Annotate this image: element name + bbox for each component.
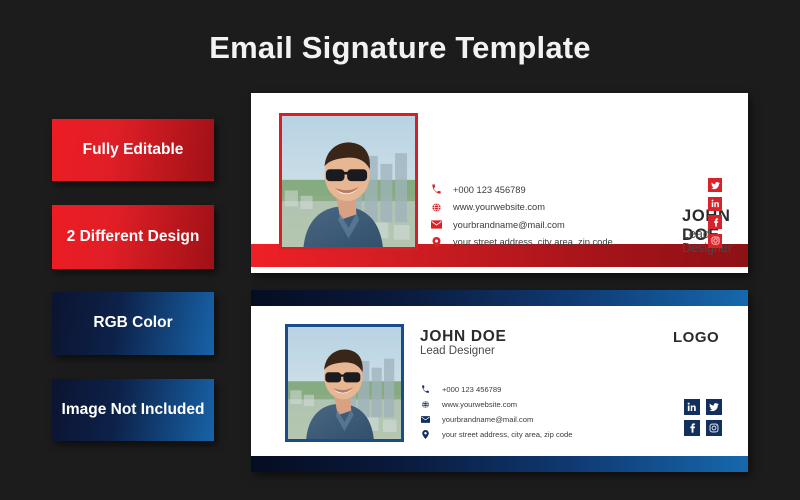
contact-text: +000 123 456789 [442, 385, 502, 394]
contact-text: www.yourwebsite.com [442, 400, 518, 409]
globe-icon [418, 400, 433, 409]
envelope-icon [429, 220, 444, 229]
contact-row-phone[interactable]: +000 123 456789 [418, 382, 572, 397]
avatar [279, 113, 418, 250]
contact-text: your street address, city area, zip code [453, 237, 613, 248]
contact-row-website[interactable]: www.yourwebsite.com [429, 199, 613, 217]
linkedin-icon[interactable] [684, 399, 700, 415]
template-canvas: Email Signature Template Fully Editable … [0, 0, 800, 500]
feature-badge-rgb-color: RGB Color [52, 292, 214, 355]
contact-text: www.yourwebsite.com [453, 202, 545, 213]
page-title: Email Signature Template [209, 30, 591, 65]
signature-card-blue: JOHN DOE Lead Designer LOGO [251, 290, 748, 472]
social-links-red [708, 178, 722, 248]
avatar [285, 324, 404, 442]
facebook-icon[interactable] [684, 420, 700, 436]
linkedin-icon[interactable] [708, 196, 722, 211]
feature-badge-label: Image Not Included [61, 400, 205, 418]
accent-band-top [251, 290, 748, 306]
contact-text: yourbrandname@mail.com [453, 219, 565, 230]
phone-icon [418, 385, 433, 394]
feature-badge-2-different-design: 2 Different Design [52, 205, 214, 269]
twitter-icon[interactable] [706, 399, 722, 415]
portrait-photo-icon [282, 116, 415, 247]
contact-row-email[interactable]: yourbrandname@mail.com [429, 216, 613, 234]
contact-text: +000 123 456789 [453, 184, 526, 195]
contact-row-address[interactable]: your street address, city area, zip code [429, 234, 613, 252]
contact-row-website[interactable]: www.yourwebsite.com [418, 397, 572, 412]
feature-badge-image-not-included: Image Not Included [52, 379, 214, 441]
contact-text: yourbrandname@mail.com [442, 415, 534, 424]
contact-list-blue: +000 123 456789 www.yourwebsite.com your… [418, 382, 572, 442]
signature-role: Lead Designer [420, 345, 495, 357]
instagram-icon[interactable] [706, 420, 722, 436]
logo-placeholder: LOGO [673, 329, 720, 346]
contact-row-email[interactable]: yourbrandname@mail.com [418, 412, 572, 427]
contact-row-phone[interactable]: +000 123 456789 [429, 181, 613, 199]
portrait-photo-icon [288, 327, 401, 439]
contact-row-address[interactable]: your street address, city area, zip code [418, 427, 572, 442]
phone-icon [429, 184, 444, 195]
signature-name: JOHN DOE [420, 328, 507, 345]
location-pin-icon [429, 236, 444, 248]
feature-badge-fully-editable: Fully Editable [52, 119, 214, 181]
feature-badge-label: RGB Color [93, 314, 173, 332]
feature-badge-label: Fully Editable [82, 140, 184, 158]
instagram-icon[interactable] [708, 233, 722, 248]
globe-icon [429, 202, 444, 213]
contact-text: your street address, city area, zip code [442, 430, 573, 439]
social-links-blue [684, 399, 722, 436]
facebook-icon[interactable] [708, 215, 722, 229]
contact-list-red: +000 123 456789 www.yourwebsite.com your… [429, 181, 613, 251]
accent-band-bottom [251, 456, 748, 472]
twitter-icon[interactable] [708, 178, 722, 192]
location-pin-icon [418, 430, 433, 439]
envelope-icon [418, 416, 433, 423]
feature-badge-label: 2 Different Design [66, 227, 200, 245]
